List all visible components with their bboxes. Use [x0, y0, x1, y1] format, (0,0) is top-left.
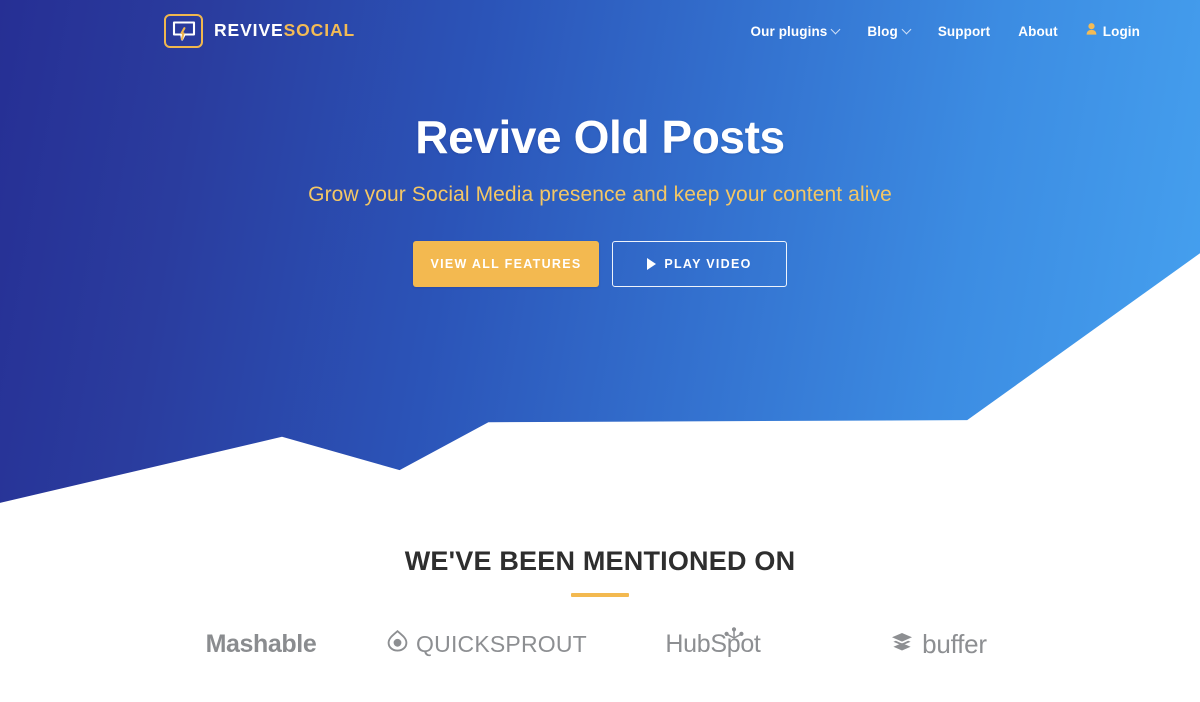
play-video-button[interactable]: PLAY VIDEO [612, 240, 787, 287]
hero-action-buttons: VIEW ALL FEATURES PLAY VIDEO [0, 240, 1200, 287]
buffer-layers-icon [891, 629, 913, 660]
mentions-heading: WE'VE BEEN MENTIONED ON [404, 546, 796, 576]
play-icon [647, 257, 657, 270]
chevron-down-icon [901, 24, 912, 34]
buffer-wordmark: buffer [922, 628, 987, 659]
main-navigation: Our plugins Blog Support About Login [750, 23, 1140, 39]
view-all-features-label: VIEW ALL FEATURES [430, 256, 582, 271]
play-video-label: PLAY VIDEO [664, 256, 752, 271]
view-all-features-button[interactable]: VIEW ALL FEATURES [413, 240, 599, 287]
landing-page: REVIVESOCIAL Our plugins Blog Support Ab… [0, 0, 1200, 702]
mashable-wordmark: Mashable [205, 629, 317, 658]
hubspot-sprocket-icon [721, 625, 747, 658]
nav-item-blog[interactable]: Blog [867, 23, 912, 39]
quicksprout-drop-icon [387, 629, 408, 658]
nav-item-support[interactable]: Support [938, 24, 990, 39]
site-header: REVIVESOCIAL Our plugins Blog Support Ab… [0, 0, 1200, 62]
nav-label-our-plugins: Our plugins [750, 23, 828, 39]
brand-name: REVIVESOCIAL [214, 22, 355, 40]
nav-item-our-plugins[interactable]: Our plugins [750, 23, 841, 39]
brand-word-social: SOCIAL [283, 20, 356, 41]
press-logo-buffer: buffer [826, 624, 1052, 664]
nav-label-blog: Blog [867, 23, 898, 39]
heading-underline [571, 593, 629, 597]
nav-label-about: About [1018, 23, 1058, 39]
brand-logo[interactable]: REVIVESOCIAL [164, 14, 355, 48]
press-logo-hubspot: HubSpot [600, 624, 826, 664]
quicksprout-wordmark: QUICKSPROUT [416, 630, 587, 657]
nav-item-about[interactable]: About [1018, 24, 1057, 39]
nav-item-login[interactable]: Login [1086, 23, 1140, 39]
chevron-down-icon [830, 24, 841, 34]
mentioned-on-section: WE'VE BEEN MENTIONED ON Mashable QUICKSP… [0, 546, 1200, 664]
speech-bubble-bolt-icon [164, 14, 203, 48]
nav-label-login: Login [1102, 23, 1140, 39]
press-logo-row: Mashable QUICKSPROUT HubSpot buffer [0, 624, 1200, 664]
press-logo-quicksprout: QUICKSPROUT [374, 624, 600, 664]
press-logo-mashable: Mashable [148, 624, 374, 664]
user-icon [1086, 23, 1097, 37]
hero-subtitle: Grow your Social Media presence and keep… [308, 182, 892, 206]
brand-word-revive: REVIVE [214, 20, 284, 41]
page-title: Revive Old Posts [415, 111, 785, 163]
nav-label-support: Support [937, 23, 991, 39]
